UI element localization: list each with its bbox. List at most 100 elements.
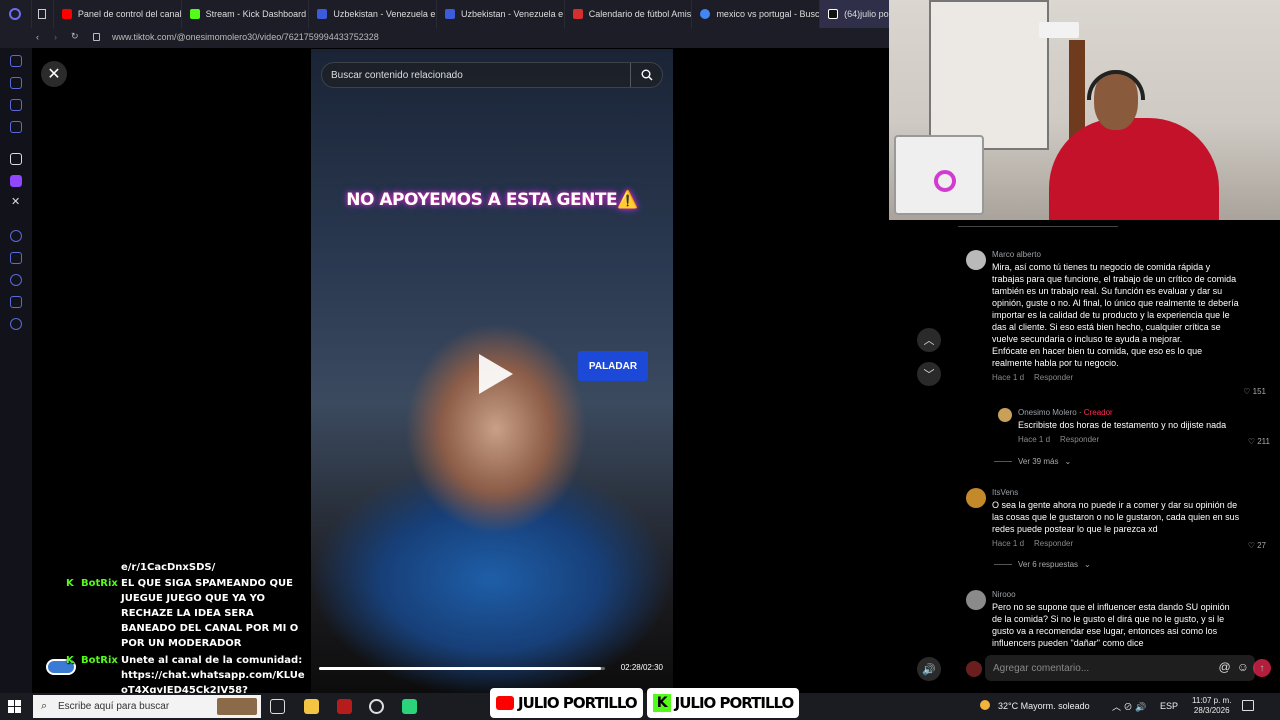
sidebar-icon-3[interactable]: [10, 99, 22, 111]
sidebar-icon-5[interactable]: [10, 153, 22, 165]
avatar[interactable]: [998, 408, 1012, 422]
like-count[interactable]: ♡ 151: [1243, 387, 1266, 396]
clock[interactable]: 11:07 p. m. 28/3/2026: [1192, 696, 1231, 716]
sidebar-icon-9[interactable]: [10, 252, 22, 264]
youtube-brand: JULIO PORTILLO: [490, 688, 643, 718]
address-bar: ‹ › ↻ www.tiktok.com/@onesimomolero30/vi…: [0, 28, 890, 48]
close-button[interactable]: ✕: [41, 61, 67, 87]
settings-icon[interactable]: [10, 318, 22, 330]
chat-text: Unete al canal de la comunidad: https://…: [121, 655, 305, 695]
tab-label: Calendario de fútbol Amis: [588, 9, 692, 19]
weather-text[interactable]: 32°C Mayorm. soleado: [998, 701, 1090, 711]
x-icon[interactable]: ✕: [11, 195, 20, 208]
browser-menu[interactable]: [0, 0, 32, 28]
next-video-button[interactable]: ﹀: [917, 362, 941, 386]
video-player[interactable]: PALADAR Buscar contenido relacionado NO …: [311, 49, 673, 693]
tray-icons[interactable]: ︿ ⊘ 🔊: [1112, 700, 1146, 713]
new-tab-icon[interactable]: [32, 0, 54, 28]
weather-icon: [980, 700, 990, 710]
google-icon: [700, 9, 711, 19]
creator-badge: Creador: [1083, 408, 1113, 417]
tab-6[interactable]: (64)julio por: [820, 0, 890, 28]
tab-1[interactable]: Stream - Kick Dashboard: [182, 0, 310, 28]
reply-button[interactable]: Responder: [1034, 539, 1073, 548]
post-button[interactable]: ↑: [1253, 659, 1271, 677]
like-count-value: 211: [1257, 437, 1270, 446]
view-more-replies[interactable]: Ver 39 más ⌄: [994, 457, 1071, 466]
youtube-icon: [496, 696, 514, 710]
tiktok-icon: [828, 9, 839, 19]
view-more-label: Ver 39 más: [1018, 457, 1059, 466]
view-replies[interactable]: Ver 6 respuestas ⌄: [994, 560, 1091, 569]
app-icon-green[interactable]: [402, 699, 417, 714]
headset: [1087, 70, 1145, 100]
comment-text: Mira, así como tú tienes tu negocio de c…: [992, 262, 1239, 368]
app-icon-red[interactable]: [337, 699, 352, 714]
stream-chat: e/r/1CacDnxSDS/ K BotRix EL QUE SIGA SPA…: [30, 560, 310, 695]
chat-user: BotRix: [81, 578, 118, 589]
kick-icon: [189, 9, 200, 19]
reload-icon[interactable]: ↻: [71, 31, 79, 42]
search-icon[interactable]: [630, 63, 662, 87]
tab-3[interactable]: Uzbekistan - Venezuela e: [437, 0, 565, 28]
comment-text: Pero no se supone que el influencer esta…: [992, 602, 1230, 648]
streamer-brand-overlay: JULIO PORTILLO K JULIO PORTILLO: [490, 686, 800, 720]
related-search-input[interactable]: Buscar contenido relacionado: [321, 62, 663, 88]
comment-time: Hace 1 d: [992, 539, 1025, 548]
air-conditioner: [1039, 22, 1079, 38]
previous-video-button[interactable]: ︿: [917, 328, 941, 352]
avatar[interactable]: [966, 488, 986, 508]
comment-author[interactable]: ItsVens: [992, 488, 1240, 497]
avatar[interactable]: [966, 590, 986, 610]
forward-icon[interactable]: ›: [54, 32, 57, 42]
comment-input-row: Agregar comentario... @ ☺ ↑: [958, 655, 1280, 683]
avatar[interactable]: [966, 250, 986, 270]
clock-icon[interactable]: [10, 274, 22, 286]
back-icon[interactable]: ‹: [36, 32, 39, 42]
taskbar-search-placeholder: Escribe aquí para buscar: [58, 701, 170, 712]
emoji-icon[interactable]: ☺: [1237, 660, 1249, 674]
whiteboard: [929, 0, 1049, 150]
sidebar-icon-8[interactable]: [10, 230, 22, 242]
comment-input[interactable]: Agregar comentario... @ ☺: [985, 655, 1255, 681]
chevron-down-icon: ⌄: [1064, 457, 1072, 466]
reply-button[interactable]: Responder: [1034, 373, 1073, 382]
sidebar-icon-1[interactable]: [10, 55, 22, 67]
tab-underline: [958, 226, 1118, 227]
tab-label: Panel de control del canal: [77, 9, 182, 19]
comments-panel: Marco alberto Mira, así como tú tienes t…: [958, 220, 1280, 650]
page-icon: [317, 9, 328, 19]
sidebar-icon-4[interactable]: [10, 121, 22, 133]
play-icon[interactable]: [479, 354, 513, 394]
sidebar-icon-11[interactable]: [10, 296, 22, 308]
taskbar-search-input[interactable]: ⌕ Escribe aquí para buscar: [33, 695, 261, 718]
notifications-icon[interactable]: [1242, 700, 1254, 711]
system-tray: 32°C Mayorm. soleado ︿ ⊘ 🔊 ESP 11:07 p. …: [980, 693, 1280, 720]
comment-author[interactable]: Marco alberto: [992, 250, 1240, 259]
progress-bar[interactable]: [319, 667, 605, 670]
tab-5[interactable]: mexico vs portugal - Busc: [692, 0, 821, 28]
video-time: 02:28/02:30: [620, 663, 663, 672]
comment-author[interactable]: Nirooo: [992, 590, 1240, 599]
tab-4[interactable]: Calendario de fútbol Amis: [565, 0, 693, 28]
store-sign: PALADAR: [578, 351, 648, 381]
reply-button[interactable]: Responder: [1060, 435, 1099, 444]
language-indicator[interactable]: ESP: [1160, 701, 1178, 711]
kick-brand: K JULIO PORTILLO: [646, 688, 800, 718]
task-view-icon[interactable]: [270, 699, 285, 714]
url-field[interactable]: www.tiktok.com/@onesimomolero30/video/76…: [112, 32, 379, 42]
mention-icon[interactable]: @: [1219, 660, 1231, 674]
like-count[interactable]: ♡ 211: [1248, 437, 1270, 446]
windows-start-icon[interactable]: [8, 700, 22, 714]
tab-2[interactable]: Uzbekistan - Venezuela e: [309, 0, 438, 28]
related-search-placeholder: Buscar contenido relacionado: [331, 69, 463, 81]
file-explorer-icon[interactable]: [304, 699, 319, 714]
tab-0[interactable]: Panel de control del canal: [54, 0, 182, 28]
sidebar-icon-2[interactable]: [10, 77, 22, 89]
comment-author[interactable]: Onesimo Molero: [1018, 408, 1077, 417]
twitch-icon[interactable]: [10, 175, 22, 187]
volume-button[interactable]: 🔊: [917, 657, 941, 681]
obs-icon[interactable]: [369, 699, 384, 714]
chat-user: BotRix: [81, 655, 118, 666]
like-count[interactable]: ♡ 27: [1248, 541, 1266, 550]
